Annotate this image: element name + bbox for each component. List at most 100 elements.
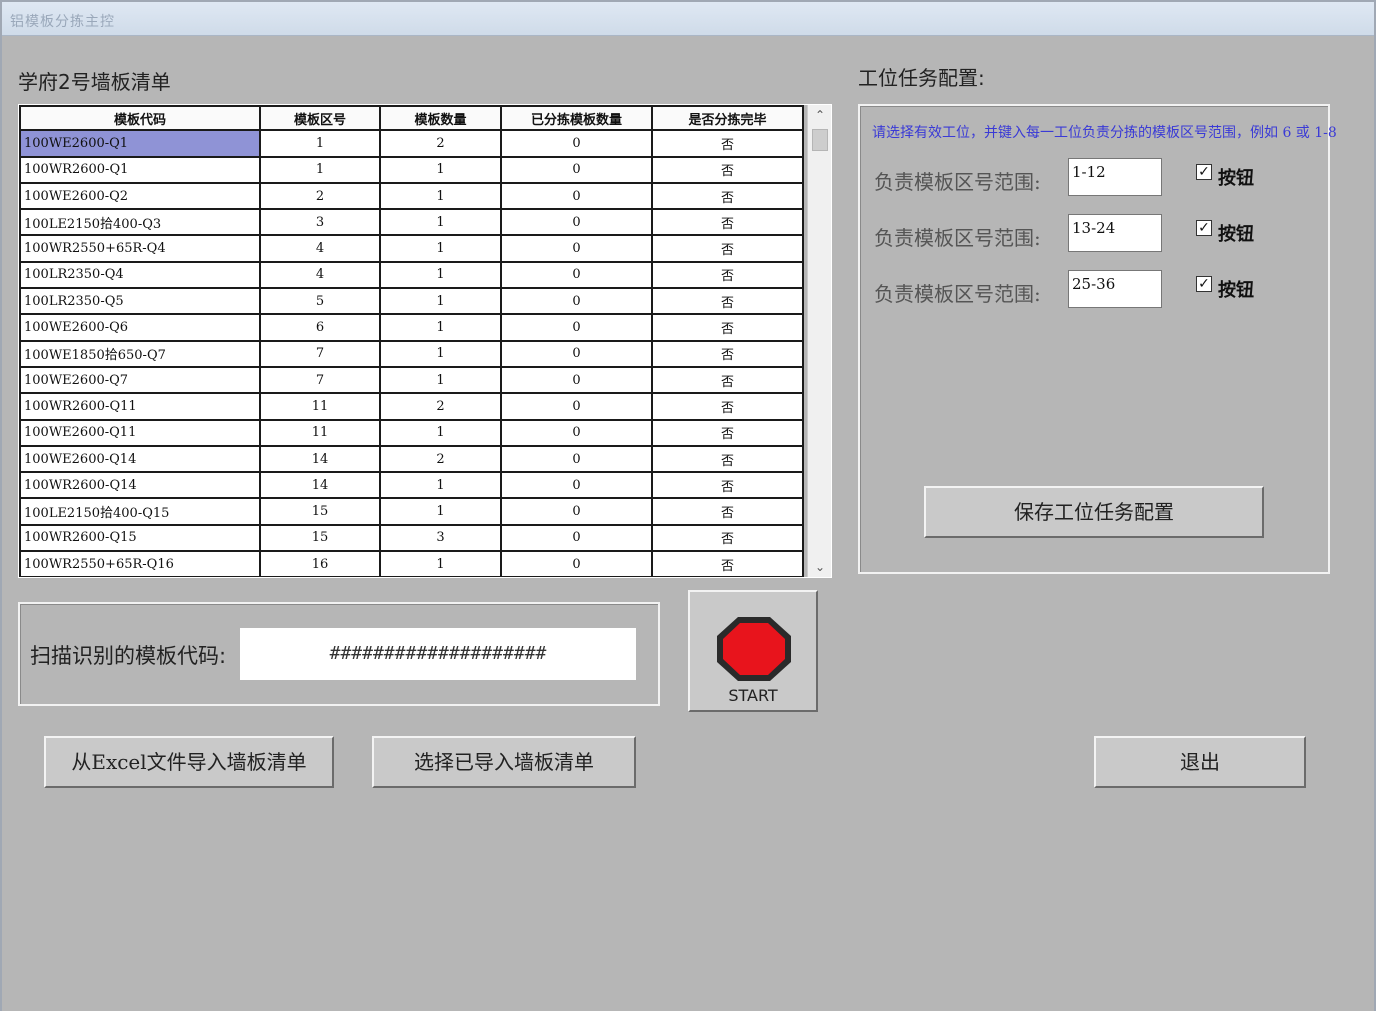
table-row[interactable]: 100WE2600-Q11 11 1 0 否 — [19, 420, 804, 447]
table-row[interactable]: 100WE2600-Q7 7 1 0 否 — [19, 367, 804, 395]
cell-done[interactable]: 否 — [653, 315, 804, 342]
cell-code[interactable]: 100WR2600-Q1 — [19, 157, 261, 184]
cell-sorted[interactable]: 0 — [502, 367, 653, 395]
table-row[interactable]: 100WR2600-Q11 11 2 0 否 — [19, 394, 804, 421]
cell-code[interactable]: 100LR2350-Q4 — [19, 262, 261, 290]
cell-sorted[interactable]: 0 — [502, 552, 653, 577]
cell-qty[interactable]: 2 — [381, 394, 502, 421]
panel-list-grid[interactable]: 模板代码 模板区号 模板数量 已分拣模板数量 是否分拣完毕 100WE2600-… — [18, 104, 832, 578]
cell-zone[interactable]: 4 — [261, 236, 381, 263]
cell-code[interactable]: 100WE2600-Q1 — [19, 131, 261, 158]
cell-qty[interactable]: 1 — [381, 367, 502, 395]
cell-done[interactable]: 否 — [653, 131, 804, 158]
vertical-scrollbar[interactable]: ⌃ ⌄ — [807, 105, 831, 577]
cell-done[interactable]: 否 — [653, 394, 804, 421]
scroll-down-icon[interactable]: ⌄ — [808, 557, 832, 577]
cell-sorted[interactable]: 0 — [502, 525, 653, 553]
table-row[interactable]: 100WR2550+65R-Q16 16 1 0 否 — [19, 552, 804, 577]
table-row[interactable]: 100WR2600-Q15 15 3 0 否 — [19, 525, 804, 553]
start-button[interactable]: START — [688, 590, 818, 712]
table-row[interactable]: 100LR2350-Q4 4 1 0 否 — [19, 262, 804, 290]
station-checkbox-1[interactable]: ✓ — [1196, 164, 1212, 180]
cell-code[interactable]: 100WE2600-Q6 — [19, 315, 261, 342]
table-row[interactable]: 100WR2600-Q1 1 1 0 否 — [19, 157, 804, 184]
table-row[interactable]: 100LR2350-Q5 5 1 0 否 — [19, 289, 804, 316]
cell-sorted[interactable]: 0 — [502, 157, 653, 184]
cell-code[interactable]: 100WR2600-Q15 — [19, 525, 261, 553]
station-checkbox-2[interactable]: ✓ — [1196, 220, 1212, 236]
cell-code[interactable]: 100WE2600-Q14 — [19, 446, 261, 474]
cell-done[interactable]: 否 — [653, 446, 804, 474]
column-header-done[interactable]: 是否分拣完毕 — [653, 105, 804, 132]
cell-code[interactable]: 100LE2150拾400-Q3 — [19, 210, 261, 237]
table-row[interactable]: 100WE2600-Q6 6 1 0 否 — [19, 315, 804, 342]
cell-qty[interactable]: 1 — [381, 552, 502, 577]
cell-done[interactable]: 否 — [653, 236, 804, 263]
cell-qty[interactable]: 1 — [381, 420, 502, 447]
cell-sorted[interactable]: 0 — [502, 289, 653, 316]
cell-done[interactable]: 否 — [653, 367, 804, 395]
cell-qty[interactable]: 1 — [381, 183, 502, 211]
cell-qty[interactable]: 1 — [381, 289, 502, 316]
cell-qty[interactable]: 2 — [381, 131, 502, 158]
cell-zone[interactable]: 4 — [261, 262, 381, 290]
table-row[interactable]: 100LE2150拾400-Q3 3 1 0 否 — [19, 210, 804, 237]
cell-zone[interactable]: 11 — [261, 420, 381, 447]
column-header-zone[interactable]: 模板区号 — [261, 105, 381, 132]
cell-sorted[interactable]: 0 — [502, 183, 653, 211]
cell-code[interactable]: 100LE2150拾400-Q15 — [19, 499, 261, 526]
cell-qty[interactable]: 1 — [381, 315, 502, 342]
range-input-3[interactable]: 25-36 — [1068, 270, 1162, 308]
cell-done[interactable]: 否 — [653, 210, 804, 237]
range-input-1[interactable]: 1-12 — [1068, 158, 1162, 196]
cell-done[interactable]: 否 — [653, 552, 804, 577]
table-row[interactable]: 100LE2150拾400-Q15 15 1 0 否 — [19, 499, 804, 526]
cell-code[interactable]: 100LR2350-Q5 — [19, 289, 261, 316]
import-excel-button[interactable]: 从Excel文件导入墙板清单 — [44, 736, 334, 788]
cell-done[interactable]: 否 — [653, 183, 804, 211]
cell-done[interactable]: 否 — [653, 420, 804, 447]
cell-sorted[interactable]: 0 — [502, 446, 653, 474]
cell-sorted[interactable]: 0 — [502, 341, 653, 368]
cell-code[interactable]: 100WE2600-Q7 — [19, 367, 261, 395]
cell-done[interactable]: 否 — [653, 262, 804, 290]
cell-sorted[interactable]: 0 — [502, 210, 653, 237]
cell-qty[interactable]: 3 — [381, 525, 502, 553]
cell-sorted[interactable]: 0 — [502, 473, 653, 500]
cell-zone[interactable]: 1 — [261, 131, 381, 158]
cell-done[interactable]: 否 — [653, 499, 804, 526]
cell-sorted[interactable]: 0 — [502, 262, 653, 290]
cell-sorted[interactable]: 0 — [502, 236, 653, 263]
cell-qty[interactable]: 1 — [381, 236, 502, 263]
title-bar[interactable]: 铝模板分拣主控 — [2, 2, 1374, 36]
save-config-button[interactable]: 保存工位任务配置 — [924, 486, 1264, 538]
cell-done[interactable]: 否 — [653, 289, 804, 316]
table-row[interactable]: 100WE1850拾650-Q7 7 1 0 否 — [19, 341, 804, 368]
cell-sorted[interactable]: 0 — [502, 499, 653, 526]
cell-qty[interactable]: 1 — [381, 499, 502, 526]
table-row[interactable]: 100WE2600-Q1 1 2 0 否 — [19, 131, 804, 158]
cell-zone[interactable]: 5 — [261, 289, 381, 316]
cell-zone[interactable]: 14 — [261, 446, 381, 474]
cell-qty[interactable]: 2 — [381, 446, 502, 474]
cell-sorted[interactable]: 0 — [502, 420, 653, 447]
cell-sorted[interactable]: 0 — [502, 394, 653, 421]
station-checkbox-3[interactable]: ✓ — [1196, 276, 1212, 292]
cell-zone[interactable]: 7 — [261, 367, 381, 395]
cell-code[interactable]: 100WE2600-Q11 — [19, 420, 261, 447]
cell-done[interactable]: 否 — [653, 157, 804, 184]
range-input-2[interactable]: 13-24 — [1068, 214, 1162, 252]
table-row[interactable]: 100WE2600-Q2 2 1 0 否 — [19, 183, 804, 211]
cell-code[interactable]: 100WE2600-Q2 — [19, 183, 261, 211]
cell-zone[interactable]: 16 — [261, 552, 381, 577]
cell-code[interactable]: 100WR2600-Q14 — [19, 473, 261, 500]
scroll-up-icon[interactable]: ⌃ — [808, 105, 832, 125]
table-row[interactable]: 100WR2550+65R-Q4 4 1 0 否 — [19, 236, 804, 263]
scroll-thumb[interactable] — [812, 129, 828, 151]
cell-zone[interactable]: 6 — [261, 315, 381, 342]
cell-sorted[interactable]: 0 — [502, 315, 653, 342]
cell-zone[interactable]: 1 — [261, 157, 381, 184]
cell-sorted[interactable]: 0 — [502, 131, 653, 158]
cell-zone[interactable]: 15 — [261, 499, 381, 526]
exit-button[interactable]: 退出 — [1094, 736, 1306, 788]
